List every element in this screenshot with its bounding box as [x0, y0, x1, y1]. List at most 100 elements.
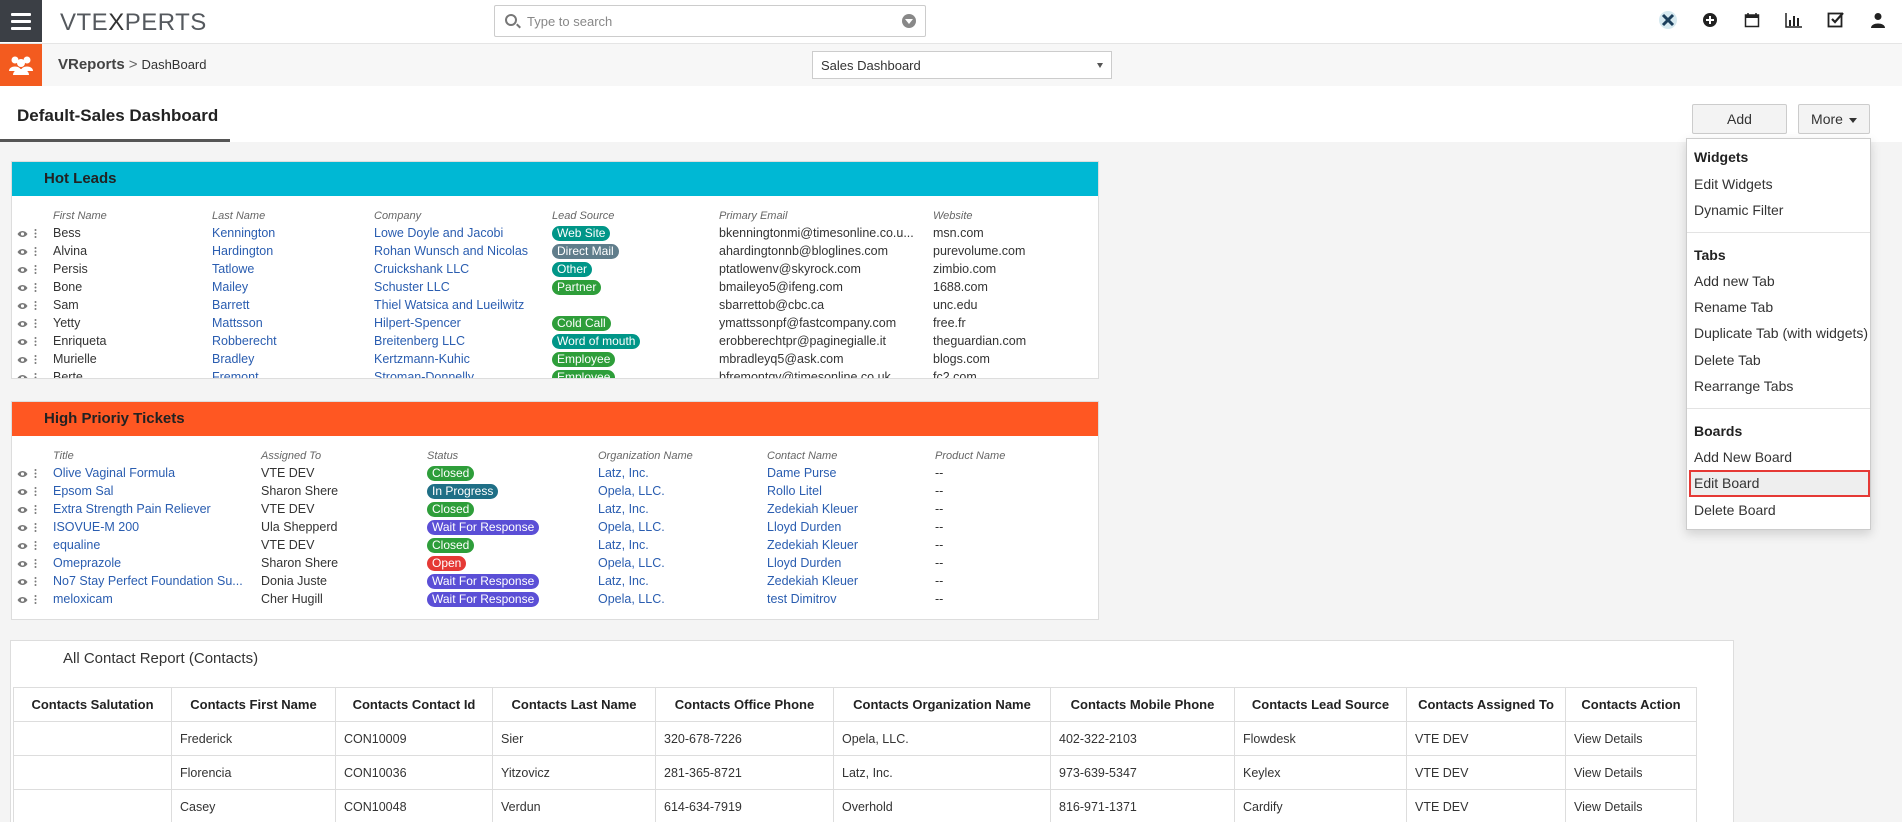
- more-vertical-icon[interactable]: [34, 229, 37, 241]
- lead-company-link[interactable]: Breitenberg LLC: [374, 334, 465, 348]
- table-column-header[interactable]: Contacts Assigned To: [1406, 687, 1566, 722]
- table-column-header[interactable]: Contacts Last Name: [492, 687, 656, 722]
- search-options-dropdown-icon[interactable]: [902, 14, 916, 28]
- widget-title[interactable]: Hot Leads: [12, 162, 1098, 196]
- eye-icon[interactable]: [17, 505, 28, 517]
- eye-icon[interactable]: [17, 373, 28, 378]
- vtexperts-logo[interactable]: VTEXPERTS: [60, 9, 207, 37]
- ticket-contact-link[interactable]: Dame Purse: [767, 466, 836, 480]
- menu-item-add-new-tab[interactable]: Add new Tab: [1694, 273, 1775, 289]
- ticket-contact-link[interactable]: Lloyd Durden: [767, 556, 841, 570]
- ticket-contact-link[interactable]: Rollo Litel: [767, 484, 822, 498]
- lead-company-link[interactable]: Kertzmann-Kuhic: [374, 352, 470, 366]
- eye-icon[interactable]: [17, 595, 28, 607]
- table-column-header[interactable]: Contacts Salutation: [13, 687, 172, 722]
- menu-item-dynamic-filter[interactable]: Dynamic Filter: [1694, 202, 1783, 218]
- eye-icon[interactable]: [17, 355, 28, 367]
- more-vertical-icon[interactable]: [34, 523, 37, 535]
- ticket-organization-link[interactable]: Latz, Inc.: [598, 466, 649, 480]
- more-vertical-icon[interactable]: [34, 505, 37, 517]
- more-vertical-icon[interactable]: [34, 337, 37, 349]
- ticket-organization-link[interactable]: Opela, LLC.: [598, 556, 665, 570]
- ticket-organization-link[interactable]: Latz, Inc.: [598, 502, 649, 516]
- eye-icon[interactable]: [17, 469, 28, 481]
- menu-item-rename-tab[interactable]: Rename Tab: [1694, 299, 1773, 315]
- lead-company-link[interactable]: Rohan Wunsch and Nicolas: [374, 244, 528, 258]
- bar-chart-icon[interactable]: [1784, 10, 1804, 30]
- plus-circle-icon[interactable]: [1700, 10, 1720, 30]
- lead-company-link[interactable]: Hilpert-Spencer: [374, 316, 461, 330]
- eye-icon[interactable]: [17, 523, 28, 535]
- ticket-title-link[interactable]: Extra Strength Pain Reliever: [53, 502, 211, 516]
- add-widget-button[interactable]: Add Widget: [1692, 104, 1787, 155]
- menu-item-edit-board[interactable]: Edit Board: [1694, 475, 1759, 491]
- dashboard-select[interactable]: Sales Dashboard: [812, 51, 1112, 79]
- lead-last-name-link[interactable]: Mattsson: [212, 316, 263, 330]
- table-column-header[interactable]: Contacts Office Phone: [655, 687, 834, 722]
- vreports-app-icon[interactable]: [0, 44, 42, 86]
- ticket-organization-link[interactable]: Opela, LLC.: [598, 520, 665, 534]
- lead-last-name-link[interactable]: Robberecht: [212, 334, 277, 348]
- more-button[interactable]: More: [1798, 104, 1870, 134]
- lead-last-name-link[interactable]: Tatlowe: [212, 262, 254, 276]
- ticket-contact-link[interactable]: Lloyd Durden: [767, 520, 841, 534]
- table-column-header[interactable]: Contacts Mobile Phone: [1050, 687, 1235, 722]
- table-column-header[interactable]: Contacts First Name: [171, 687, 336, 722]
- eye-icon[interactable]: [17, 541, 28, 553]
- menu-item-edit-widgets[interactable]: Edit Widgets: [1694, 176, 1773, 192]
- table-column-header[interactable]: Contacts Action: [1565, 687, 1697, 722]
- ticket-contact-link[interactable]: Zedekiah Kleuer: [767, 538, 858, 552]
- lead-last-name-link[interactable]: Barrett: [212, 298, 250, 312]
- more-vertical-icon[interactable]: [34, 373, 37, 378]
- ticket-title-link[interactable]: equaline: [53, 538, 100, 552]
- eye-icon[interactable]: [17, 265, 28, 277]
- more-vertical-icon[interactable]: [34, 541, 37, 553]
- more-vertical-icon[interactable]: [34, 469, 37, 481]
- ticket-organization-link[interactable]: Latz, Inc.: [598, 574, 649, 588]
- ticket-organization-link[interactable]: Latz, Inc.: [598, 538, 649, 552]
- ticket-contact-link[interactable]: Zedekiah Kleuer: [767, 574, 858, 588]
- calendar-icon[interactable]: [1742, 10, 1762, 30]
- eye-icon[interactable]: [17, 577, 28, 589]
- ticket-contact-link[interactable]: Zedekiah Kleuer: [767, 502, 858, 516]
- ticket-title-link[interactable]: meloxicam: [53, 592, 113, 606]
- search-input[interactable]: [527, 12, 877, 30]
- lead-last-name-link[interactable]: Bradley: [212, 352, 254, 366]
- more-vertical-icon[interactable]: [34, 247, 37, 259]
- menu-item-delete-tab[interactable]: Delete Tab: [1694, 352, 1761, 368]
- more-vertical-icon[interactable]: [34, 577, 37, 589]
- menu-item-delete-board[interactable]: Delete Board: [1694, 502, 1776, 518]
- view-details-link[interactable]: View Details: [1565, 721, 1697, 756]
- eye-icon[interactable]: [17, 319, 28, 331]
- checkbox-icon[interactable]: [1826, 10, 1846, 30]
- table-column-header[interactable]: Contacts Lead Source: [1234, 687, 1407, 722]
- more-vertical-icon[interactable]: [34, 319, 37, 331]
- breadcrumb-module[interactable]: VReports: [58, 56, 125, 73]
- more-vertical-icon[interactable]: [34, 301, 37, 313]
- tab-default-sales-dashboard[interactable]: Default-Sales Dashboard: [0, 86, 230, 142]
- eye-icon[interactable]: [17, 337, 28, 349]
- more-vertical-icon[interactable]: [34, 265, 37, 277]
- eye-icon[interactable]: [17, 247, 28, 259]
- lead-company-link[interactable]: Schuster LLC: [374, 280, 450, 294]
- lead-company-link[interactable]: Cruickshank LLC: [374, 262, 469, 276]
- ticket-title-link[interactable]: Olive Vaginal Formula: [53, 466, 175, 480]
- lead-company-link[interactable]: Lowe Doyle and Jacobi: [374, 226, 503, 240]
- more-vertical-icon[interactable]: [34, 283, 37, 295]
- view-details-link[interactable]: View Details: [1565, 755, 1697, 790]
- widget-title[interactable]: High Prioriy Tickets: [12, 402, 1098, 436]
- widget-title[interactable]: All Contact Report (Contacts): [63, 650, 258, 667]
- menu-item-rearrange-tabs[interactable]: Rearrange Tabs: [1694, 378, 1793, 394]
- ticket-title-link[interactable]: No7 Stay Perfect Foundation Su...: [53, 574, 243, 588]
- lead-last-name-link[interactable]: Fremont: [212, 370, 259, 378]
- more-vertical-icon[interactable]: [34, 487, 37, 499]
- eye-icon[interactable]: [17, 229, 28, 241]
- ticket-organization-link[interactable]: Opela, LLC.: [598, 592, 665, 606]
- user-icon[interactable]: [1868, 10, 1888, 30]
- eye-icon[interactable]: [17, 487, 28, 499]
- ticket-contact-link[interactable]: test Dimitrov: [767, 592, 836, 606]
- eye-icon[interactable]: [17, 283, 28, 295]
- view-details-link[interactable]: View Details: [1565, 789, 1697, 822]
- more-vertical-icon[interactable]: [34, 595, 37, 607]
- lead-company-link[interactable]: Thiel Watsica and Lueilwitz: [374, 298, 524, 312]
